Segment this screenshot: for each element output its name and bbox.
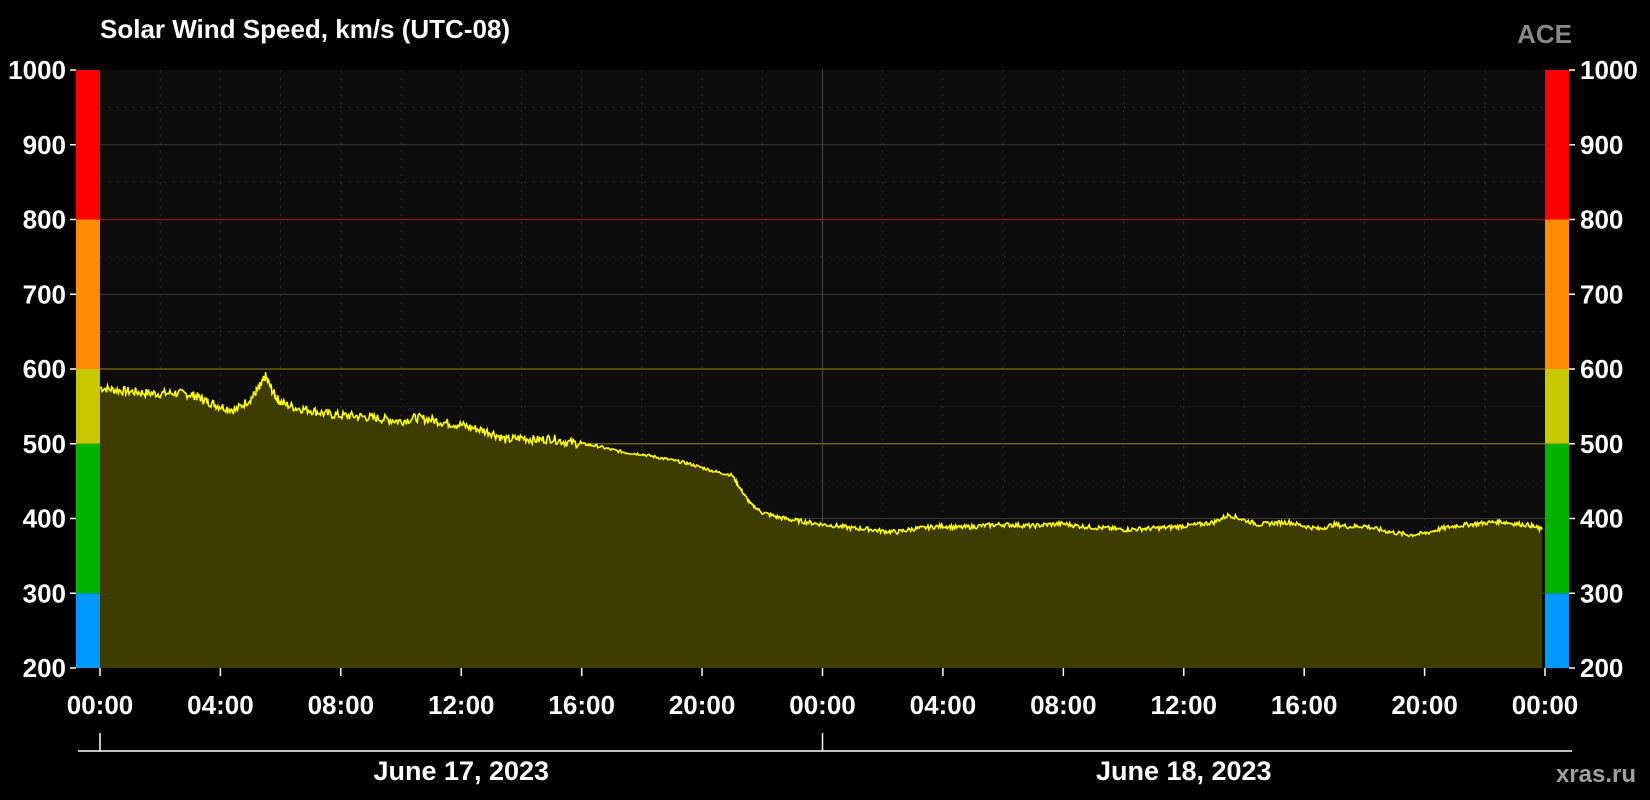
x-tick-label: 20:00 [669, 690, 736, 720]
chart-canvas: Solar Wind Speed, km/s (UTC-08) ACE xras… [0, 0, 1650, 800]
color-band-segment [1545, 593, 1569, 668]
y-tick-label: 1000 [1580, 55, 1638, 85]
y-tick-label: 300 [23, 578, 66, 608]
color-band-segment [1545, 369, 1569, 444]
y-tick-label: 200 [23, 653, 66, 683]
x-tick-label: 12:00 [1151, 690, 1218, 720]
color-band-segment [76, 369, 100, 444]
y-tick-label: 200 [1580, 653, 1623, 683]
x-tick-label: 16:00 [548, 690, 615, 720]
y-tick-label: 600 [23, 354, 66, 384]
solar-wind-chart: Solar Wind Speed, km/s (UTC-08) ACE xras… [0, 0, 1650, 800]
x-tick-label: 16:00 [1271, 690, 1338, 720]
y-tick-label: 1000 [8, 55, 66, 85]
color-band-segment [1545, 219, 1569, 369]
y-tick-label: 500 [23, 429, 66, 459]
x-tick-label: 20:00 [1391, 690, 1458, 720]
y-tick-label: 900 [23, 130, 66, 160]
y-tick-label: 800 [1580, 205, 1623, 235]
color-band-right [1545, 70, 1569, 668]
x-tick-label: 04:00 [910, 690, 977, 720]
y-tick-label: 300 [1580, 578, 1623, 608]
y-tick-label: 400 [23, 504, 66, 534]
date-label: June 17, 2023 [373, 756, 549, 786]
color-band-segment [76, 70, 100, 220]
color-band-segment [76, 443, 100, 594]
color-band-segment [76, 593, 100, 668]
x-tick-label: 00:00 [1512, 690, 1579, 720]
x-tick-label: 08:00 [308, 690, 375, 720]
x-tick-label: 00:00 [67, 690, 134, 720]
y-tick-label: 700 [23, 279, 66, 309]
x-tick-label: 00:00 [789, 690, 856, 720]
color-band-left [76, 70, 100, 668]
y-tick-label: 400 [1580, 504, 1623, 534]
y-tick-label: 600 [1580, 354, 1623, 384]
y-tick-label: 700 [1580, 279, 1623, 309]
date-label: June 18, 2023 [1096, 756, 1272, 786]
y-tick-label: 500 [1580, 429, 1623, 459]
watermark-label: xras.ru [1556, 761, 1636, 788]
chart-title: Solar Wind Speed, km/s (UTC-08) [100, 14, 510, 44]
x-tick-label: 08:00 [1030, 690, 1097, 720]
y-tick-label: 800 [23, 205, 66, 235]
x-tick-label: 12:00 [428, 690, 495, 720]
color-band-segment [1545, 443, 1569, 594]
x-tick-label: 04:00 [187, 690, 254, 720]
source-label: ACE [1517, 19, 1572, 49]
y-tick-label: 900 [1580, 130, 1623, 160]
color-band-segment [1545, 70, 1569, 220]
color-band-segment [76, 219, 100, 369]
